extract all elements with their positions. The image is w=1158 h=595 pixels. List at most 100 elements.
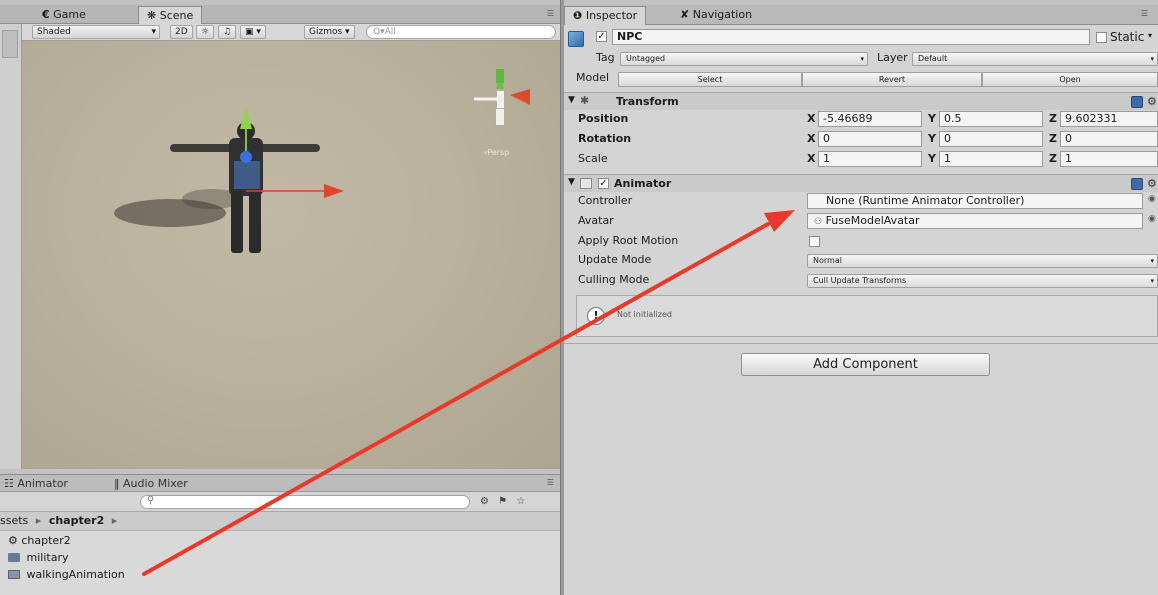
asset-search-input[interactable]: ⚲ [140,495,470,509]
scale-label: Scale [578,152,608,165]
layer-dropdown[interactable]: Default ▾ [912,52,1158,66]
tab-game[interactable]: € Game [34,6,94,24]
asset-list: ⚙ chapter2 military walkingAnimation [0,531,560,595]
scale-z-axis[interactable]: Z [1049,152,1057,165]
tab-navigation[interactable]: ✘ Navigation [672,6,760,25]
list-item[interactable]: ⚙ chapter2 [8,532,71,549]
transform-header[interactable]: ▼ ✱ Transform ⚙ [564,92,1158,110]
scale-y-axis[interactable]: Y [928,152,936,165]
list-item[interactable]: walkingAnimation [8,566,125,583]
tab-animator[interactable]: ☷ Animator [4,476,68,492]
update-mode-value: Normal [813,256,842,265]
gizmos-label: Gizmos [309,27,343,37]
breadcrumb-current[interactable]: chapter2 [49,514,104,527]
static-checkbox[interactable] [1096,32,1107,43]
lock-icon[interactable]: ☰ [1141,9,1148,18]
controller-label: Controller [578,194,633,207]
layer-value: Default [918,54,948,63]
shading-mode-dropdown[interactable]: Shaded ▾ [32,25,160,39]
scene-search-input[interactable]: Q▾All [366,25,556,39]
audio-toggle-icon[interactable]: ♫ [218,25,237,39]
controller-field[interactable]: None (Runtime Animator Controller) [807,193,1143,209]
object-cube-icon [568,31,584,47]
scene-viewport[interactable]: ‹Persp [22,41,560,469]
position-y-axis[interactable]: Y [928,112,936,125]
inspector-tab-bar: ❶ Inspector ✘ Navigation ☰ [564,5,1158,25]
panel-menu-icon[interactable]: ☰ [547,478,554,487]
effects-toggle-icon[interactable]: ▣ ▾ [240,25,266,39]
update-mode-dropdown[interactable]: Normal ▾ [807,254,1158,268]
rotation-z-field[interactable]: 0 [1060,131,1158,147]
rotation-x-axis[interactable]: X [807,132,815,145]
rotation-y-axis[interactable]: Y [928,132,936,145]
avatar-field[interactable]: ⚇ FuseModelAvatar [807,213,1143,229]
character-right-leg [249,191,261,253]
rotation-x-field[interactable]: 0 [818,131,922,147]
culling-mode-dropdown[interactable]: Cull Update Transforms ▾ [807,274,1158,288]
panel-menu-icon[interactable]: ☰ [547,9,554,18]
toggle-2d-button[interactable]: 2D [170,25,193,39]
animator-status-box: ! Not initialized [576,295,1158,337]
culling-mode-label: Culling Mode [578,273,650,286]
tag-dropdown[interactable]: Untagged ▾ [620,52,868,66]
animator-header[interactable]: ▼ ✓ Animator ⚙ [564,174,1158,192]
active-checkbox[interactable]: ✓ [596,31,607,42]
tab-scene[interactable]: ❋ Scene [138,6,203,24]
unity-scene-icon: ⚙ [8,534,18,547]
gizmo-center [240,151,252,163]
animator-component-icon [580,178,592,189]
hierarchy-scroll-handle[interactable] [2,30,18,58]
rotation-z-axis[interactable]: Z [1049,132,1057,145]
scale-y-field[interactable]: 1 [939,151,1043,167]
tab-audio-mixer[interactable]: ‖ Audio Mixer [114,476,188,492]
controller-value: None (Runtime Animator Controller) [826,194,1025,207]
scale-x-axis[interactable]: X [807,152,815,165]
help-book-icon[interactable] [1131,96,1143,108]
object-name-field[interactable]: NPC [612,29,1090,45]
position-z-axis[interactable]: Z [1049,112,1057,125]
list-item[interactable]: military [8,549,68,566]
scale-z-field[interactable]: 1 [1060,151,1158,167]
animator-status-text: Not initialized [617,310,672,319]
breadcrumb-separator: ▸ [111,514,118,527]
navigation-icon: ✘ [680,8,690,21]
filter-by-label-icon[interactable]: ⚑ [498,496,507,507]
tab-inspector[interactable]: ❶ Inspector [564,6,647,25]
rotation-y-field[interactable]: 0 [939,131,1043,147]
help-book-icon[interactable] [1131,178,1143,190]
favorite-star-icon[interactable]: ☆ [516,496,525,507]
gizmos-dropdown[interactable]: Gizmos ▾ [304,25,355,39]
chevron-down-icon[interactable]: ▾ [1148,31,1152,40]
model-revert-button[interactable]: Revert [802,72,982,87]
animation-file-icon [8,570,20,579]
model-open-button[interactable]: Open [982,72,1158,87]
add-component-button[interactable]: Add Component [741,353,990,376]
asset-name: walkingAnimation [26,568,125,581]
tag-label: Tag [596,51,615,64]
asset-name: military [26,551,69,564]
update-mode-label: Update Mode [578,253,652,266]
scene-toolbar: Shaded ▾ 2D ☼ ♫ ▣ ▾ Gizmos ▾ Q▾All [0,24,560,41]
game-icon: € [42,8,50,21]
scale-x-field[interactable]: 1 [818,151,922,167]
gear-icon[interactable]: ⚙ [1147,95,1157,108]
object-picker-icon[interactable]: ◉ [1148,194,1156,204]
position-x-field[interactable]: -5.46689 [818,111,922,127]
tab-animator-label: Animator [17,477,68,490]
object-picker-icon[interactable]: ◉ [1148,214,1156,224]
rotation-label: Rotation [578,132,632,145]
position-y-field[interactable]: 0.5 [939,111,1043,127]
lighting-toggle-icon[interactable]: ☼ [196,25,215,39]
transform-icon: ✱ [580,94,590,107]
animator-enabled-checkbox[interactable]: ✓ [598,178,609,189]
folder-icon [8,553,20,562]
model-select-button[interactable]: Select [618,72,802,87]
breadcrumb-root[interactable]: ssets [0,514,28,527]
filter-by-type-icon[interactable]: ⚙ [480,496,489,507]
asset-filter-tools: ⚙ ⚑ ☆ [480,495,556,509]
position-z-field[interactable]: 9.602331 [1060,111,1158,127]
position-label: Position [578,112,629,125]
position-x-axis[interactable]: X [807,112,815,125]
gear-icon[interactable]: ⚙ [1147,177,1157,190]
root-motion-checkbox[interactable] [809,236,820,247]
